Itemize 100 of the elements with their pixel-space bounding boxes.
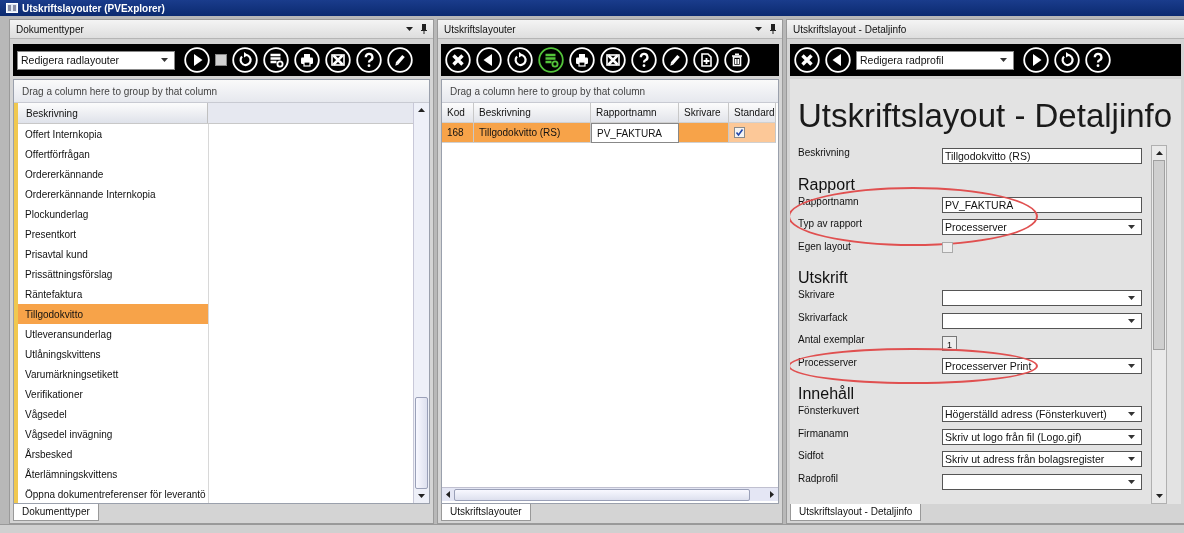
column-settings-button[interactable]	[538, 45, 564, 75]
column-settings-button[interactable]	[263, 45, 289, 75]
scroll-up-icon[interactable]	[1155, 151, 1163, 155]
list-item[interactable]: Öppna dokumentreferenser för leverantö	[18, 484, 208, 504]
window-title: Utskriftslayouter (PVExplorer)	[22, 2, 165, 14]
select-field[interactable]: Högerställd adress (Fönsterkuvert)	[942, 406, 1142, 422]
field-label: Sidfot	[798, 449, 825, 461]
dropdown-arrow-icon	[1128, 457, 1135, 461]
dropdown-arrow-icon	[1128, 296, 1135, 300]
edit-button[interactable]	[387, 45, 413, 75]
select-field[interactable]: Skriv ut adress från bolagsregister	[942, 451, 1142, 467]
app-icon	[6, 3, 18, 13]
field-label: Processerver	[798, 355, 858, 368]
back-icon	[825, 47, 851, 73]
vertical-scrollbar[interactable]	[413, 103, 429, 503]
list-item[interactable]: Prisavtal kund	[18, 244, 208, 264]
column-header[interactable]: Skrivare	[679, 103, 729, 123]
list-item[interactable]: Utlåningskvittens	[18, 344, 208, 364]
list-item[interactable]: Plockunderlag	[18, 204, 208, 224]
play-button[interactable]	[1023, 45, 1049, 75]
tab[interactable]: Utskriftslayouter	[441, 504, 531, 521]
list-item[interactable]: Offertförfrågan	[18, 144, 208, 164]
edit-button[interactable]	[662, 45, 688, 75]
table-row[interactable]: 168 Tillgodokvitto (RS) PV_FAKTURA	[442, 123, 778, 143]
print-button[interactable]	[569, 45, 595, 75]
print-button[interactable]	[294, 45, 320, 75]
refresh-button[interactable]	[232, 45, 258, 75]
vertical-scrollbar[interactable]	[1151, 145, 1167, 504]
select-field[interactable]	[942, 473, 1142, 490]
refresh-button[interactable]	[1054, 45, 1080, 75]
close-button[interactable]	[445, 45, 471, 75]
play-icon	[1023, 47, 1049, 73]
select-field[interactable]	[942, 312, 1142, 329]
pencil-icon	[387, 47, 413, 73]
scroll-right-icon[interactable]	[770, 491, 774, 498]
scroll-down-icon[interactable]	[418, 494, 425, 498]
profile-dropdown[interactable]: Redigera radprofil	[856, 50, 1014, 70]
list-item[interactable]: Vågsedel	[18, 404, 208, 424]
scroll-down-icon[interactable]	[1155, 494, 1163, 498]
list-item[interactable]: Varumärkningsetikett	[18, 364, 208, 384]
pin-icon[interactable]	[770, 24, 776, 34]
export-button[interactable]	[600, 45, 626, 75]
x-sheet-icon	[325, 47, 351, 73]
list-item[interactable]: Presentkort	[18, 224, 208, 244]
dropdown-arrow-icon[interactable]	[406, 27, 413, 31]
list-item[interactable]: Vågsedel invägning	[18, 424, 208, 444]
list-item[interactable]: Tillgodokvitto	[18, 304, 208, 324]
delete-button[interactable]	[724, 45, 750, 75]
tab[interactable]: Dokumenttyper	[13, 504, 99, 521]
select-field[interactable]: Processerver Print	[942, 357, 1142, 374]
help-icon	[356, 47, 382, 73]
list-item[interactable]: Årsbesked	[18, 444, 208, 464]
column-header[interactable]: Rapportnamn	[591, 103, 679, 123]
back-button[interactable]	[476, 45, 502, 75]
play-button[interactable]	[184, 45, 210, 75]
checkbox[interactable]	[734, 127, 745, 138]
scroll-up-icon[interactable]	[418, 108, 425, 112]
text-field[interactable]: PV_FAKTURA	[942, 196, 1142, 213]
text-field[interactable]: Tillgodokvitto (RS)	[942, 148, 1142, 164]
horizontal-scrollbar[interactable]	[442, 487, 778, 501]
back-button[interactable]	[825, 45, 851, 75]
list-item[interactable]: Utleveransunderlag	[18, 324, 208, 344]
column-header[interactable]: Beskrivning	[18, 103, 208, 123]
close-button[interactable]	[794, 45, 820, 75]
help-button[interactable]	[356, 45, 382, 75]
scroll-thumb[interactable]	[415, 397, 428, 489]
column-header[interactable]: Standard	[729, 103, 776, 123]
list-item[interactable]: Prissättningsförslag	[18, 264, 208, 284]
list-item[interactable]: Offert Internkopia	[18, 124, 208, 144]
dropdown-arrow-icon	[1128, 363, 1135, 368]
list-item[interactable]: Räntefaktura	[18, 284, 208, 304]
help-button[interactable]	[1085, 45, 1111, 75]
list-item[interactable]: Ordererkännande Internkopia	[18, 184, 208, 204]
x-sheet-icon	[600, 47, 626, 73]
column-header[interactable]: Kod	[442, 103, 474, 123]
dropdown-arrow-icon	[1128, 434, 1135, 439]
select-field[interactable]: Skriv ut logo från fil (Logo.gif)	[942, 428, 1142, 445]
list-item[interactable]: Ordererkännande	[18, 164, 208, 184]
tab[interactable]: Utskriftslayout - Detaljinfo	[790, 504, 922, 521]
select-field[interactable]: Processerver	[942, 219, 1142, 235]
profile-dropdown[interactable]: Redigera radlayouter	[17, 50, 175, 70]
trash-icon	[724, 47, 750, 73]
refresh-icon	[232, 47, 258, 73]
select-field[interactable]	[942, 290, 1142, 306]
refresh-button[interactable]	[507, 45, 533, 75]
scroll-thumb[interactable]	[1153, 160, 1165, 350]
help-button[interactable]	[631, 45, 657, 75]
list-settings-icon	[263, 47, 289, 73]
export-button[interactable]	[325, 45, 351, 75]
list-item[interactable]: Verifikationer	[18, 384, 208, 404]
pin-icon[interactable]	[421, 24, 427, 34]
scroll-left-icon[interactable]	[446, 491, 450, 498]
add-note-button[interactable]	[693, 45, 719, 75]
list-item[interactable]: Återlämningskvittens	[18, 464, 208, 484]
field-label: Antal exemplar	[798, 333, 866, 345]
scroll-thumb[interactable]	[454, 488, 750, 501]
number-field[interactable]: 1	[942, 336, 957, 351]
checkbox[interactable]	[942, 241, 953, 253]
dropdown-arrow-icon[interactable]	[755, 27, 762, 31]
column-header[interactable]: Beskrivning	[474, 103, 591, 123]
